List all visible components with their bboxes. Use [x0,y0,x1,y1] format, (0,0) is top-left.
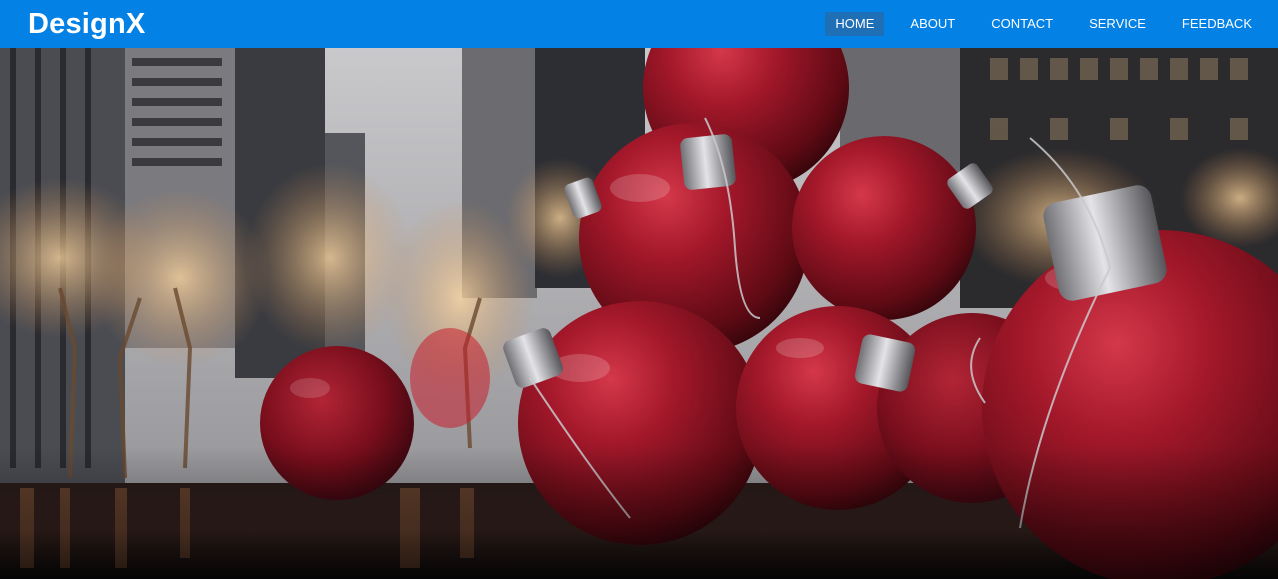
nav-item-about[interactable]: ABOUT [900,12,965,36]
hero-banner [0,48,1278,579]
brand-logo[interactable]: DesignX [28,8,145,41]
nav-item-feedback[interactable]: FEEDBACK [1172,12,1262,36]
top-navbar: DesignX HOME ABOUT CONTACT SERVICE FEEDB… [0,0,1278,48]
nav-item-contact[interactable]: CONTACT [981,12,1063,36]
nav-item-service[interactable]: SERVICE [1079,12,1156,36]
hero-photo [0,48,1278,579]
nav-menu: HOME ABOUT CONTACT SERVICE FEEDBACK [817,0,1262,48]
nav-item-home[interactable]: HOME [825,12,885,36]
